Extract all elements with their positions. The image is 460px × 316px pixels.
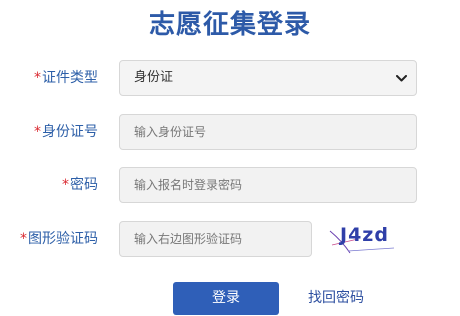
- required-mark: *: [34, 70, 41, 86]
- chevron-down-icon: [394, 61, 408, 95]
- password-row: *密码 输入报名时登录密码: [0, 167, 460, 203]
- login-page: 志愿征集登录 *证件类型 身份证 *身份证号 输入身份证号 *密码 输入报名时登…: [0, 0, 460, 316]
- login-button[interactable]: 登录: [173, 282, 279, 315]
- required-mark: *: [20, 231, 27, 247]
- required-mark: *: [34, 124, 41, 140]
- captcha-row: *图形验证码 输入右边图形验证码 J4zd: [0, 221, 460, 257]
- id-type-selected-value: 身份证: [134, 70, 174, 85]
- password-label: *密码: [62, 167, 98, 203]
- captcha-label-text: 图形验证码: [28, 231, 98, 247]
- captcha-label: *图形验证码: [20, 221, 98, 257]
- id-number-label-text: 身份证号: [42, 124, 98, 140]
- password-label-text: 密码: [70, 177, 98, 193]
- captcha-image[interactable]: J4zd: [328, 221, 400, 257]
- captcha-text: J4zd: [340, 224, 389, 246]
- password-input[interactable]: 输入报名时登录密码: [119, 167, 417, 203]
- id-number-input[interactable]: 输入身份证号: [119, 114, 417, 150]
- id-number-row: *身份证号 输入身份证号: [0, 114, 460, 150]
- id-type-select[interactable]: 身份证: [119, 60, 417, 96]
- id-type-label: *证件类型: [34, 60, 98, 96]
- forgot-password-link[interactable]: 找回密码: [308, 282, 364, 315]
- required-mark: *: [62, 177, 69, 193]
- page-title: 志愿征集登录: [148, 10, 311, 40]
- captcha-input[interactable]: 输入右边图形验证码: [119, 221, 312, 257]
- id-type-row: *证件类型 身份证: [0, 60, 460, 96]
- id-number-label: *身份证号: [34, 114, 98, 150]
- id-type-label-text: 证件类型: [42, 70, 98, 86]
